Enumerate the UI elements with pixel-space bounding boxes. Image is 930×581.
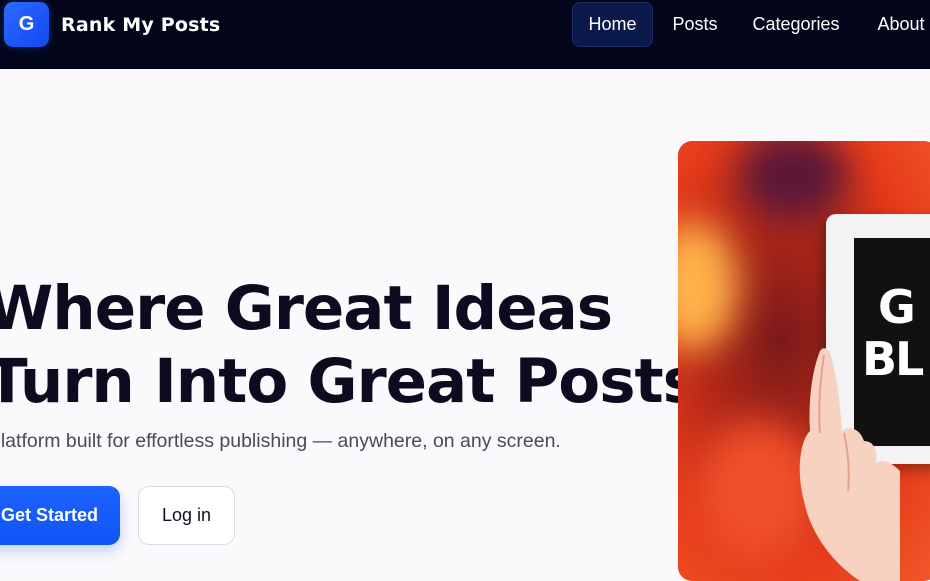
nav-about-label: About xyxy=(877,14,925,34)
bokeh-light xyxy=(678,221,738,351)
hero-subtitle: platform built for effortless publishing… xyxy=(0,430,561,452)
logo-icon[interactable]: G xyxy=(4,2,49,47)
logo-letter: G xyxy=(18,13,35,35)
hand-illustration xyxy=(799,348,900,581)
sign-text-line1: G xyxy=(878,280,916,334)
hero-image: G BL xyxy=(678,141,930,581)
top-navbar: G Rank My Posts Home Posts Categories Ab… xyxy=(0,0,930,69)
nav-posts-label: Posts xyxy=(672,14,718,34)
nav-categories[interactable]: Categories xyxy=(740,2,852,47)
nav-home-label: Home xyxy=(588,14,637,34)
nav-about[interactable]: About xyxy=(866,2,930,47)
bokeh-dark xyxy=(738,141,848,221)
get-started-button[interactable]: Get Started xyxy=(0,486,120,545)
nav-posts[interactable]: Posts xyxy=(660,2,730,47)
hero-title-line2: Turn Into Great Posts xyxy=(0,346,699,417)
hero-title-line1: Where Great Ideas xyxy=(0,273,613,344)
nav-categories-label: Categories xyxy=(752,14,840,34)
brand-name[interactable]: Rank My Posts xyxy=(61,14,220,36)
login-button[interactable]: Log in xyxy=(138,486,235,545)
hero-title: Where Great Ideas Turn Into Great Posts xyxy=(0,272,699,418)
nav-home[interactable]: Home xyxy=(572,2,653,47)
